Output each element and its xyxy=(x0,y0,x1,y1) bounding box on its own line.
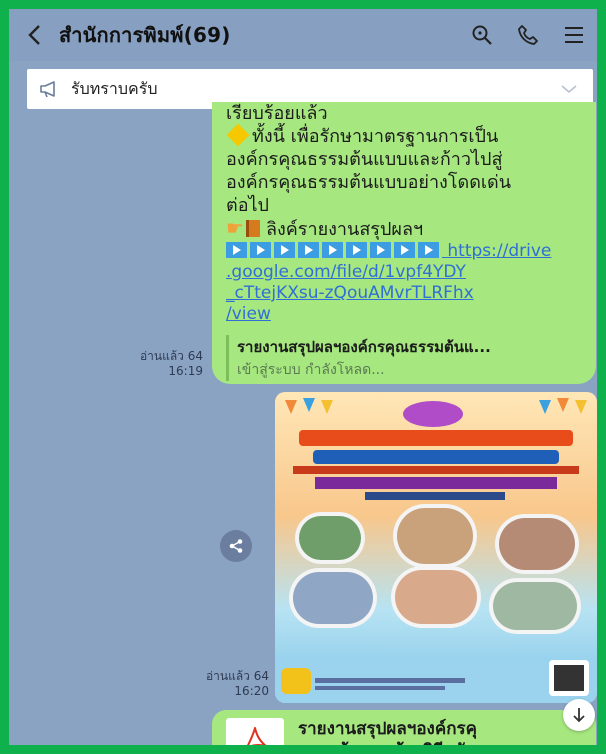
chat-header: สำนักการพิมพ์(69) xyxy=(9,9,597,61)
search-icon xyxy=(472,25,492,45)
message-meta: อ่านแล้ว 64 16:20 xyxy=(181,669,269,699)
drive-link[interactable]: .google.com/file/d/1vpf4YDY xyxy=(226,262,586,283)
play-icon xyxy=(274,242,295,258)
drive-link[interactable]: https://drive xyxy=(226,241,586,262)
link-preview[interactable]: รายงานสรุปผลฯองค์กรคุณธรรมต้นแ... เข้าสู… xyxy=(226,335,586,381)
book-icon xyxy=(245,220,260,237)
play-icon xyxy=(394,242,415,258)
search-button[interactable] xyxy=(459,9,505,61)
share-icon xyxy=(229,539,243,553)
message-meta: อ่านแล้ว 64 16:19 xyxy=(119,349,203,379)
play-icon xyxy=(322,242,343,258)
file-title: รายงานสรุปผลฯองค์กรคุ ธรรมต้นแบบด้วยวิถี… xyxy=(298,718,494,754)
link-preview-subtitle: เข้าสู่ระบบ กำลังโหลด... xyxy=(237,362,385,378)
menu-button[interactable] xyxy=(551,9,597,61)
back-button[interactable] xyxy=(9,9,59,61)
arrow-down-icon xyxy=(573,708,585,723)
message-text: เรียบร้อยแล้ว xyxy=(226,103,328,124)
chat-title: สำนักการพิมพ์(69) xyxy=(59,23,231,47)
file-message[interactable]: รายงานสรุปผลฯองค์กรคุ ธรรมต้นแบบด้วยวิถี… xyxy=(212,710,596,754)
share-button[interactable] xyxy=(220,530,252,562)
menu-icon xyxy=(565,27,583,43)
message-text: องค์กรคุณธรรมต้นแบบและก้าวไปสู่ xyxy=(226,149,503,170)
drive-link[interactable]: /view xyxy=(226,304,586,325)
play-icon xyxy=(370,242,391,258)
pdf-icon xyxy=(226,718,284,745)
message-text: ต่อไป xyxy=(226,195,269,216)
app-frame: สำนักการพิมพ์(69) รับทราบครับ เรียบร้อยแ… xyxy=(0,0,606,754)
message-bubble[interactable]: เรียบร้อยแล้ว ทั้งนี้ เพื่อรักษามาตรฐานก… xyxy=(212,102,596,384)
chevron-down-icon[interactable] xyxy=(545,84,593,94)
image-message[interactable] xyxy=(275,392,597,703)
back-icon xyxy=(28,25,40,45)
megaphone-icon xyxy=(27,80,71,98)
poster-image xyxy=(275,398,597,703)
call-button[interactable] xyxy=(505,9,551,61)
file-title-line: รายงานสรุปผลฯองค์กรคุ xyxy=(298,719,478,739)
phone-icon xyxy=(518,25,538,45)
message-text: องค์กรคุณธรรมต้นแบบอย่างโดดเด่น xyxy=(226,172,512,193)
file-title-line: ธรรมต้นแบบด้วยวิถีกตัญญู xyxy=(298,741,494,754)
timestamp: 16:19 xyxy=(168,364,203,378)
play-icon xyxy=(298,242,319,258)
message-text: ☛ ลิงค์รายงานสรุปผลฯ xyxy=(226,216,424,241)
announcement-text: รับทราบครับ xyxy=(71,78,158,98)
scroll-to-bottom-button[interactable] xyxy=(563,699,595,731)
play-icon xyxy=(226,242,247,258)
play-icon xyxy=(346,242,367,258)
link-preview-title: รายงานสรุปผลฯองค์กรคุณธรรมต้นแ... xyxy=(237,338,491,356)
read-receipt: อ่านแล้ว 64 xyxy=(205,669,269,683)
pointing-hand-icon: ☛ xyxy=(226,216,244,240)
play-icon xyxy=(250,242,271,258)
read-receipt: อ่านแล้ว 64 xyxy=(139,349,203,363)
diamond-icon xyxy=(226,123,250,147)
drive-link[interactable]: _cTtejKXsu-zQouAMvrTLRFhx xyxy=(226,283,586,304)
play-icon xyxy=(418,242,439,258)
timestamp: 16:20 xyxy=(234,684,269,698)
message-text: ทั้งนี้ เพื่อรักษามาตรฐานการเป็น xyxy=(226,123,586,148)
